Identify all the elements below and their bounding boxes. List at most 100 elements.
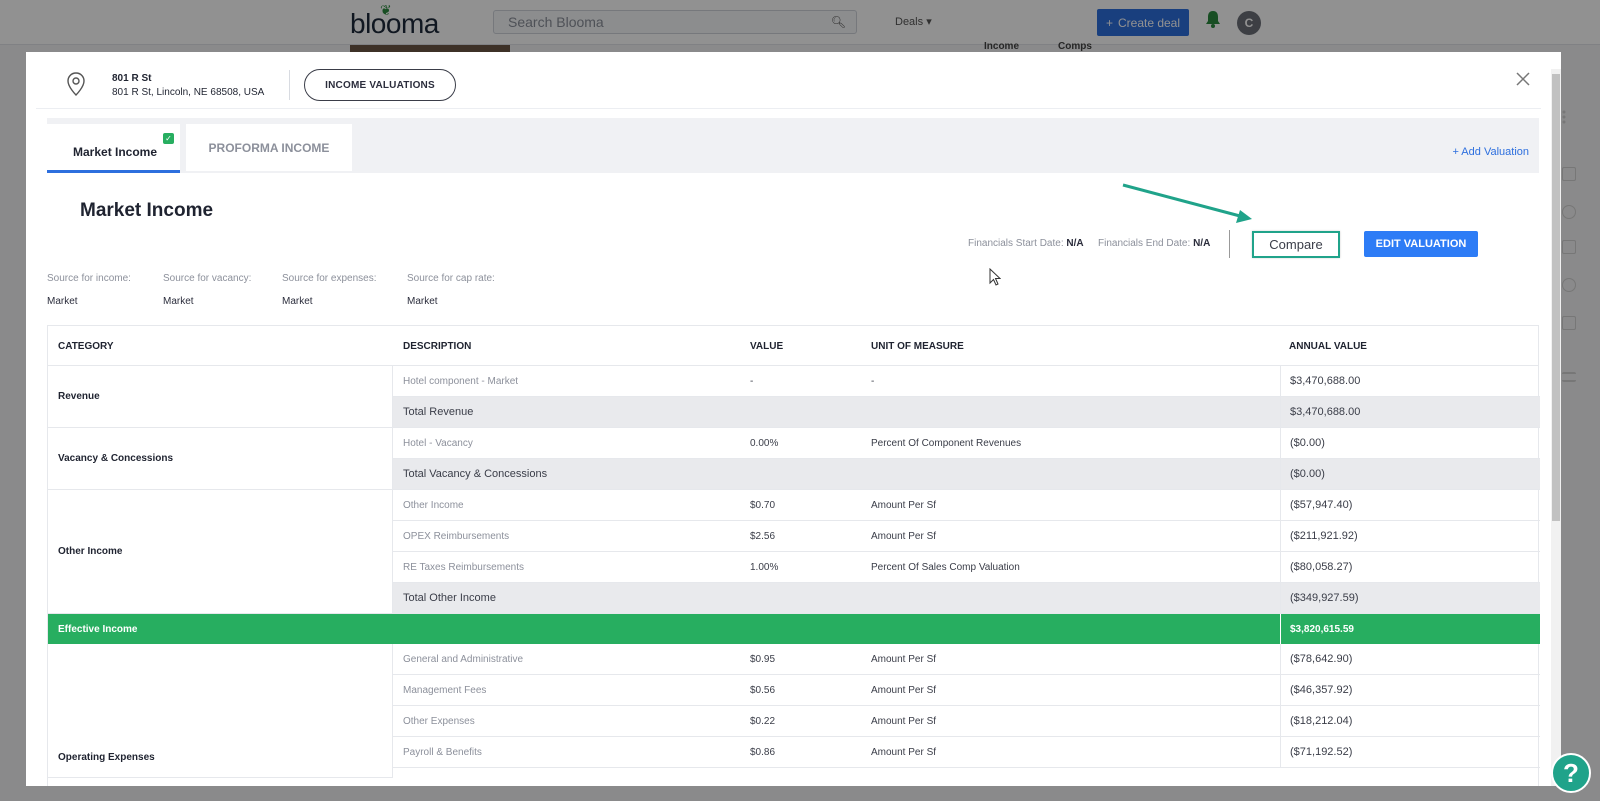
income-table: CATEGORY DESCRIPTION VALUE UNIT OF MEASU… [47, 325, 1540, 786]
value-cell: $0.70 [750, 499, 776, 511]
comment-icon[interactable] [1562, 167, 1576, 181]
annual-value-cell: ($211,921.92) [1280, 521, 1540, 551]
category-cell: Revenue [48, 366, 393, 428]
description-cell: Management Fees [403, 684, 487, 696]
unit-cell: Amount Per Sf [871, 499, 937, 511]
effective-income-row: Effective Income $3,820,615.59 [48, 614, 1540, 644]
value-cell: $0.95 [750, 653, 776, 665]
annual-value-cell: ($46,357.92) [1280, 675, 1540, 705]
table-row: Other Expenses $0.22 Amount Per Sf ($18,212… [393, 706, 1540, 737]
history-icon[interactable] [1562, 278, 1576, 292]
category-cell: Operating Expenses [48, 644, 393, 778]
send-icon[interactable] [1562, 205, 1576, 219]
table-row: Other Income $0.70 Amount Per Sf ($57,947.4… [393, 490, 1540, 521]
description-cell: OPEX Reimbursements [403, 530, 510, 542]
menu-icon[interactable] [1562, 372, 1576, 382]
close-icon[interactable] [1516, 72, 1530, 86]
annual-value-cell: ($80,058.27) [1280, 552, 1540, 582]
divider [1229, 230, 1230, 258]
effective-income-label: Effective Income [58, 623, 138, 635]
annual-value-cell: ($349,927.59) [1280, 583, 1540, 613]
tab-label: PROFORMA INCOME [208, 141, 330, 155]
value-cell: $0.56 [750, 684, 776, 696]
table-row: Total Revenue $3,470,688.00 [393, 397, 1540, 428]
more-icon[interactable] [1562, 110, 1576, 124]
value-cell: $0.86 [750, 746, 776, 758]
description-cell: Other Income [403, 499, 464, 511]
unit-cell: Amount Per Sf [871, 530, 937, 542]
source-expenses: Source for expenses: Market [282, 273, 377, 307]
source-cap-rate: Source for cap rate: Market [407, 273, 495, 307]
tab-label: Market Income [73, 145, 158, 159]
description-cell: Hotel component - Market [403, 375, 519, 387]
income-valuations-button[interactable]: INCOME VALUATIONS [304, 69, 456, 101]
description-cell: Total Other Income [403, 592, 496, 604]
table-row: Management Fees $0.56 Amount Per Sf ($46,35… [393, 675, 1540, 706]
description-cell: Total Vacancy & Concessions [403, 468, 548, 480]
col-header-value: VALUE [750, 340, 784, 352]
table-row: RE Taxes Reimbursements 1.00% Percent Of S… [393, 552, 1540, 583]
table-row: General and Administrative $0.95 Amount Pe… [393, 644, 1540, 675]
description-cell: Total Revenue [403, 406, 474, 418]
help-button[interactable]: ? [1551, 753, 1591, 793]
address-title: 801 R St [112, 73, 152, 84]
edit-valuation-button[interactable]: EDIT VALUATION [1364, 231, 1478, 257]
col-header-category: CATEGORY [58, 340, 114, 352]
modal-header: 801 R St 801 R St, Lincoln, NE 68508, US… [36, 52, 1541, 109]
tab-market-income[interactable]: Market Income ✓ [47, 124, 180, 173]
value-cell: $0.22 [750, 715, 776, 727]
unit-cell: - [871, 375, 875, 387]
annual-value-cell: ($18,212.04) [1280, 706, 1540, 736]
folder-icon[interactable] [1562, 316, 1576, 330]
modal-scrollbar[interactable] [1551, 69, 1561, 786]
unit-cell: Percent Of Sales Comp Valuation [871, 561, 1020, 573]
checkmark-icon: ✓ [163, 133, 174, 144]
scrollbar-thumb[interactable] [1552, 74, 1560, 521]
unit-cell: Amount Per Sf [871, 684, 937, 696]
col-header-unit: UNIT OF MEASURE [871, 340, 964, 352]
description-cell: Hotel - Vacancy [403, 437, 473, 449]
col-header-annual: ANNUAL VALUE [1289, 340, 1367, 352]
table-row: OPEX Reimbursements $2.56 Amount Per Sf ($2… [393, 521, 1540, 552]
category-cell: Other Income [48, 490, 393, 614]
col-header-description: DESCRIPTION [403, 340, 472, 352]
compare-button[interactable]: Compare [1252, 231, 1340, 258]
table-row: Hotel component - Market - - $3,470,688.00 [393, 366, 1540, 397]
value-cell: - [750, 375, 754, 387]
add-valuation-link[interactable]: + Add Valuation [1452, 146, 1529, 158]
value-cell: $2.56 [750, 530, 776, 542]
print-icon[interactable] [1562, 240, 1576, 254]
annual-value-cell: ($0.00) [1280, 459, 1540, 489]
header-divider [289, 70, 290, 100]
annual-value-cell: ($71,192.52) [1280, 737, 1540, 767]
annual-value-cell: ($0.00) [1280, 428, 1540, 458]
source-income: Source for income: Market [47, 273, 131, 307]
location-pin-icon [67, 72, 85, 96]
financials-end-date: Financials End Date: N/A [1098, 238, 1211, 249]
table-row: Total Other Income ($349,927.59) [393, 583, 1540, 614]
financials-start-date: Financials Start Date: N/A [968, 238, 1084, 249]
description-cell: General and Administrative [403, 653, 524, 665]
page-title: Market Income [80, 200, 214, 221]
annual-value-cell: ($57,947.40) [1280, 490, 1540, 520]
description-cell: Payroll & Benefits [403, 746, 482, 758]
valuation-tabs: Market Income ✓ PROFORMA INCOME + Add Va… [47, 118, 1539, 173]
category-cell: Vacancy & Concessions [48, 428, 393, 490]
annual-value-cell: $3,470,688.00 [1280, 397, 1540, 427]
unit-cell: Amount Per Sf [871, 653, 937, 665]
valuation-modal: 801 R St 801 R St, Lincoln, NE 68508, US… [26, 52, 1561, 786]
unit-cell: Amount Per Sf [871, 746, 937, 758]
mouse-cursor-icon [989, 268, 1001, 286]
table-row: Payroll & Benefits $0.86 Amount Per Sf ($71… [393, 737, 1540, 768]
description-cell: Other Expenses [403, 715, 475, 727]
description-cell: RE Taxes Reimbursements [403, 561, 524, 573]
annual-value-cell: $3,470,688.00 [1280, 366, 1540, 396]
source-vacancy: Source for vacancy: Market [163, 273, 252, 307]
table-row: Total Vacancy & Concessions ($0.00) [393, 459, 1540, 490]
unit-cell: Amount Per Sf [871, 715, 937, 727]
effective-income-value: $3,820,615.59 [1280, 614, 1540, 644]
value-cell: 1.00% [750, 561, 779, 573]
unit-cell: Percent Of Component Revenues [871, 437, 1022, 449]
annual-value-cell: ($78,642.90) [1280, 644, 1540, 674]
tab-proforma-income[interactable]: PROFORMA INCOME [186, 124, 352, 171]
